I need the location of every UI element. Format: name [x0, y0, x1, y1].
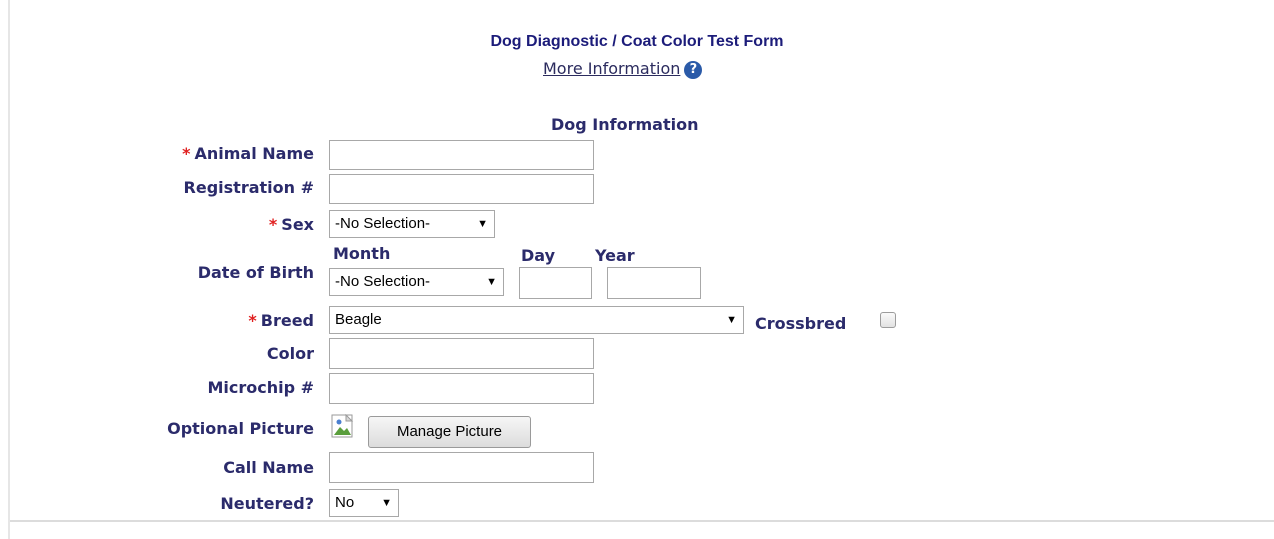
chevron-down-icon: ▼ [477, 218, 488, 230]
crossbred-label: Crossbred [755, 314, 847, 333]
neutered-label: Neutered? [220, 494, 314, 513]
microchip-input[interactable] [329, 373, 594, 404]
sex-label: * Sex [268, 215, 314, 234]
optional-picture-label: Optional Picture [167, 419, 314, 438]
more-information-link[interactable]: More Information? [543, 59, 703, 79]
chevron-down-icon: ▼ [726, 314, 737, 326]
color-input[interactable] [329, 338, 594, 369]
breed-select[interactable]: Beagle ▼ [329, 306, 744, 334]
chevron-down-icon: ▼ [486, 276, 497, 288]
animal-name-label: * Animal Name [182, 144, 314, 163]
dob-month-label: Month [333, 244, 391, 263]
sex-select[interactable]: -No Selection- ▼ [329, 210, 495, 238]
left-border [8, 0, 10, 539]
dob-day-label: Day [521, 246, 556, 265]
call-name-input[interactable] [329, 452, 594, 483]
neutered-select-value: No [335, 494, 355, 511]
sex-select-value: -No Selection- [335, 215, 431, 232]
required-marker: * [248, 311, 257, 330]
broken-image-icon [331, 413, 357, 440]
section-title: Dog Information [551, 115, 699, 134]
crossbred-checkbox[interactable] [880, 312, 896, 328]
required-marker: * [182, 144, 191, 163]
dob-year-label: Year [595, 246, 635, 265]
dob-day-input[interactable] [519, 267, 592, 299]
form-title: Dog Diagnostic / Coat Color Test Form [490, 33, 784, 50]
dob-month-value: -No Selection- [335, 273, 431, 290]
help-icon[interactable]: ? [684, 61, 703, 79]
chevron-down-icon: ▼ [381, 497, 392, 509]
more-information-label[interactable]: More Information [543, 59, 680, 78]
bottom-divider [10, 520, 1274, 522]
neutered-select[interactable]: No ▼ [329, 489, 399, 517]
breed-select-value: Beagle [335, 311, 382, 328]
color-label: Color [266, 344, 314, 363]
registration-label: Registration # [183, 178, 314, 197]
breed-label: * Breed [248, 311, 314, 330]
call-name-label: Call Name [223, 458, 314, 477]
manage-picture-button[interactable]: Manage Picture [368, 416, 531, 448]
microchip-label: Microchip # [207, 378, 314, 397]
dob-year-input[interactable] [607, 267, 701, 299]
registration-input[interactable] [329, 174, 594, 204]
animal-name-input[interactable] [329, 140, 594, 170]
dob-label: Date of Birth [197, 263, 314, 282]
dob-month-select[interactable]: -No Selection- ▼ [329, 268, 504, 296]
required-marker: * [268, 215, 278, 234]
